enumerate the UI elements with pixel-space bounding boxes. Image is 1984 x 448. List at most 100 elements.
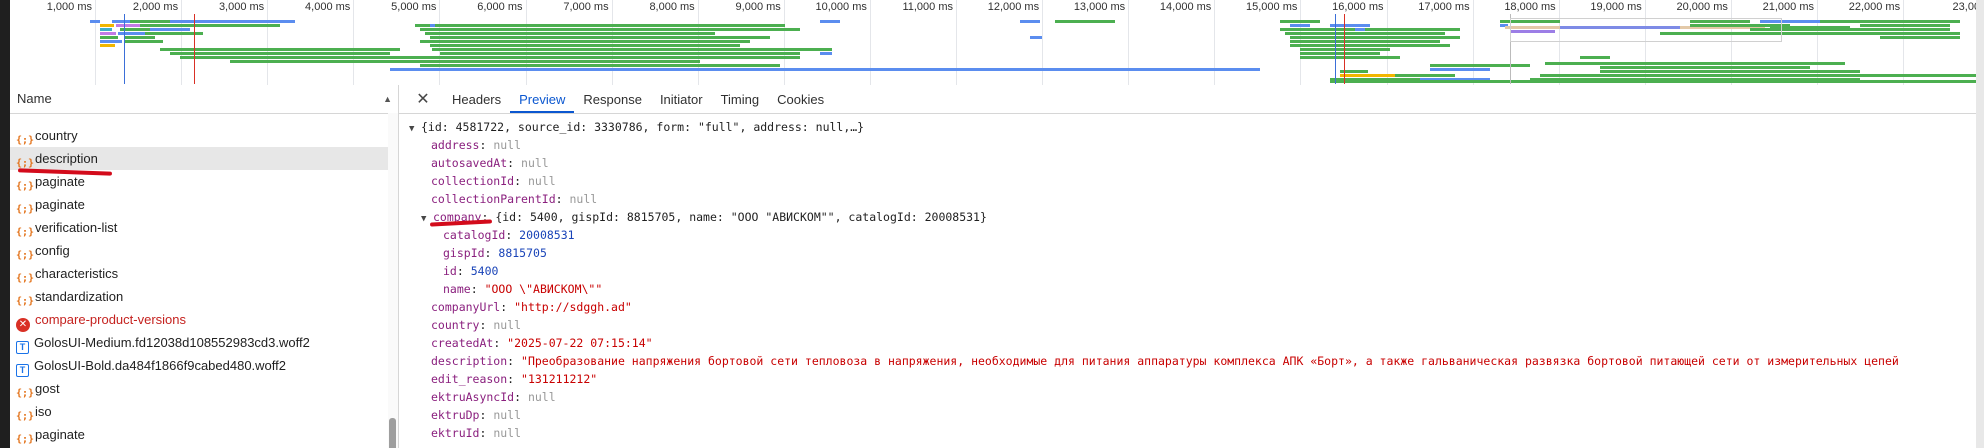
network-overview-timeline[interactable]: 1,000 ms 2,000 ms 3,000 ms 4,000 ms 5,000 ms… (10, 0, 1976, 86)
waterfall-request-bar[interactable] (420, 40, 750, 43)
waterfall-request-bar[interactable] (1600, 70, 1860, 73)
waterfall-request-bar[interactable] (390, 68, 1260, 71)
waterfall-request-bar[interactable] (1300, 56, 1400, 59)
waterfall-request-bar[interactable] (1560, 74, 1976, 77)
request-row-characteristics[interactable]: {;}characteristics (10, 262, 398, 285)
waterfall-request-bar[interactable] (1880, 28, 1950, 31)
waterfall-request-bar[interactable] (1600, 66, 1810, 69)
font-file-icon: T (16, 341, 29, 354)
waterfall-request-bar[interactable] (1290, 40, 1440, 43)
waterfall-request-bar[interactable] (1880, 36, 1960, 39)
request-list-scrollbar[interactable] (388, 113, 398, 448)
scrollbar-thumb[interactable] (389, 418, 396, 448)
tab-cookies[interactable]: Cookies (768, 86, 833, 113)
waterfall-request-bar[interactable] (170, 20, 295, 23)
waterfall-request-bar[interactable] (1290, 24, 1310, 27)
waterfall-request-bar[interactable] (440, 52, 800, 55)
waterfall-request-bar[interactable] (1340, 74, 1395, 77)
json-property: id: 5400 (443, 264, 499, 278)
waterfall-request-bar[interactable] (230, 60, 390, 63)
waterfall-request-bar[interactable] (380, 60, 700, 63)
request-row-description[interactable]: {;}description (10, 147, 398, 170)
waterfall-request-bar[interactable] (430, 24, 435, 27)
waterfall-request-bar[interactable] (100, 24, 114, 27)
waterfall-request-bar[interactable] (125, 36, 155, 39)
waterfall-request-bar[interactable] (95, 20, 100, 23)
waterfall-request-bar[interactable] (100, 32, 116, 35)
waterfall-request-bar[interactable] (820, 20, 840, 23)
waterfall-request-bar[interactable] (430, 44, 740, 47)
waterfall-request-bar[interactable] (116, 24, 140, 27)
request-row-paginate[interactable]: {;}paginate (10, 423, 398, 446)
request-row-config[interactable]: {;}config (10, 239, 398, 262)
waterfall-request-bar[interactable] (130, 20, 170, 23)
waterfall-request-bar[interactable] (150, 28, 190, 31)
waterfall-request-bar[interactable] (430, 36, 770, 39)
waterfall-request-bar[interactable] (1300, 48, 1390, 51)
waterfall-request-bar[interactable] (1280, 28, 1460, 31)
json-value: null (493, 426, 522, 440)
waterfall-request-bar[interactable] (420, 28, 800, 31)
waterfall-request-bar[interactable] (425, 32, 715, 35)
waterfall-request-bar[interactable] (1820, 20, 1960, 23)
request-row-standardization[interactable]: {;}standardization (10, 285, 398, 308)
waterfall-request-bar[interactable] (100, 40, 122, 43)
waterfall-request-bar[interactable] (1860, 32, 1960, 35)
waterfall-request-bar[interactable] (415, 24, 785, 27)
waterfall-request-bar[interactable] (380, 56, 800, 59)
request-row-paginate[interactable]: {;}paginate (10, 193, 398, 216)
waterfall-request-bar[interactable] (1330, 80, 1976, 83)
timeline-gridline (956, 0, 957, 85)
close-icon[interactable]: ✕ (413, 86, 433, 113)
tab-initiator[interactable]: Initiator (651, 86, 712, 113)
waterfall-request-bar[interactable] (1860, 24, 1950, 27)
waterfall-request-bar[interactable] (1430, 68, 1490, 71)
waterfall-request-bar[interactable] (1280, 20, 1320, 23)
tab-response[interactable]: Response (574, 86, 651, 113)
waterfall-request-bar[interactable] (1290, 36, 1460, 39)
waterfall-request-bar[interactable] (1355, 28, 1365, 31)
waterfall-request-bar[interactable] (160, 48, 400, 51)
timeline-window[interactable] (1510, 18, 1782, 42)
request-row-iso[interactable]: {;}iso (10, 400, 398, 423)
waterfall-request-bar[interactable] (100, 44, 115, 47)
waterfall-request-bar[interactable] (1395, 74, 1455, 77)
waterfall-request-bar[interactable] (200, 24, 280, 27)
waterfall-request-bar[interactable] (170, 52, 390, 55)
waterfall-request-bar[interactable] (820, 52, 832, 55)
tab-preview[interactable]: Preview (510, 86, 575, 113)
sort-ascending-icon[interactable]: ▲ (383, 85, 392, 113)
json-object-company[interactable]: ▼ company: {id: 5400, gispId: 8815705, na… (399, 208, 1976, 226)
waterfall-request-bar[interactable] (125, 40, 163, 43)
request-row-country[interactable]: {;}country (10, 124, 398, 147)
waterfall-request-bar[interactable] (1330, 24, 1370, 27)
waterfall-request-bar[interactable] (1285, 32, 1445, 35)
name-column-header[interactable]: Name ▲ (10, 85, 398, 114)
waterfall-request-bar[interactable] (420, 64, 780, 67)
request-row-golosui-medium-fd12038d108552983cd3-woff2[interactable]: T GolosUI-Medium.fd12038d108552983cd3.wof… (10, 331, 398, 354)
waterfall-request-bar[interactable] (1580, 56, 1610, 59)
request-row-golosui-bold-da484f1866f9cabed480-woff2[interactable]: T GolosUI-Bold.da484f1866f9cabed480.woff2 (10, 354, 398, 377)
json-value: 20008531 (519, 228, 575, 242)
tab-headers[interactable]: Headers (443, 86, 510, 113)
waterfall-request-bar[interactable] (1030, 36, 1042, 39)
waterfall-request-bar[interactable] (1545, 62, 1845, 65)
request-row-verification-list[interactable]: {;}verification-list (10, 216, 398, 239)
request-row-compare-product-versions[interactable]: ✕ compare-product-versions (10, 308, 398, 332)
waterfall-request-bar[interactable] (432, 48, 832, 51)
waterfall-request-bar[interactable] (1430, 64, 1530, 67)
json-property: companyUrl: "http://sdggh.ad" (431, 300, 632, 314)
waterfall-request-bar[interactable] (1055, 20, 1115, 23)
waterfall-request-bar[interactable] (180, 56, 440, 59)
waterfall-request-bar[interactable] (1020, 20, 1040, 23)
request-row-gost[interactable]: {;}gost (10, 377, 398, 400)
json-value: null (493, 408, 522, 422)
waterfall-request-bar[interactable] (1300, 52, 1380, 55)
json-root-object[interactable]: ▼ {id: 4581722, source_id: 3330786, form:… (399, 118, 1976, 136)
tab-timing[interactable]: Timing (712, 86, 769, 113)
waterfall-request-bar[interactable] (100, 36, 118, 39)
waterfall-request-bar[interactable] (140, 24, 200, 27)
waterfall-request-bar[interactable] (1290, 44, 1450, 47)
waterfall-request-bar[interactable] (1770, 26, 1850, 29)
waterfall-request-bar[interactable] (100, 28, 112, 31)
